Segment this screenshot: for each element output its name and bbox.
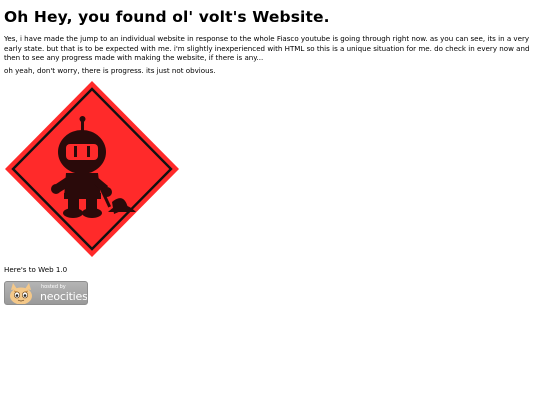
badge-site-name: neocities	[40, 290, 88, 303]
progress-note: oh yeah, don't worry, there is progress.…	[4, 66, 216, 75]
under-construction-sign-icon	[5, 81, 179, 257]
page: Oh Hey, you found ol' volt's Website. Ye…	[0, 0, 540, 405]
worker-eye-left	[74, 146, 77, 157]
worker-eye-right	[87, 146, 90, 157]
footer-text: Here's to Web 1.0	[4, 265, 68, 274]
neocities-cat-icon	[10, 283, 32, 304]
neocities-badge-link[interactable]: hosted by neocities	[4, 281, 88, 305]
page-title: Oh Hey, you found ol' volt's Website.	[4, 8, 330, 26]
intro-paragraph: Yes, i have made the jump to an individu…	[4, 34, 530, 63]
worker-face	[66, 144, 98, 160]
